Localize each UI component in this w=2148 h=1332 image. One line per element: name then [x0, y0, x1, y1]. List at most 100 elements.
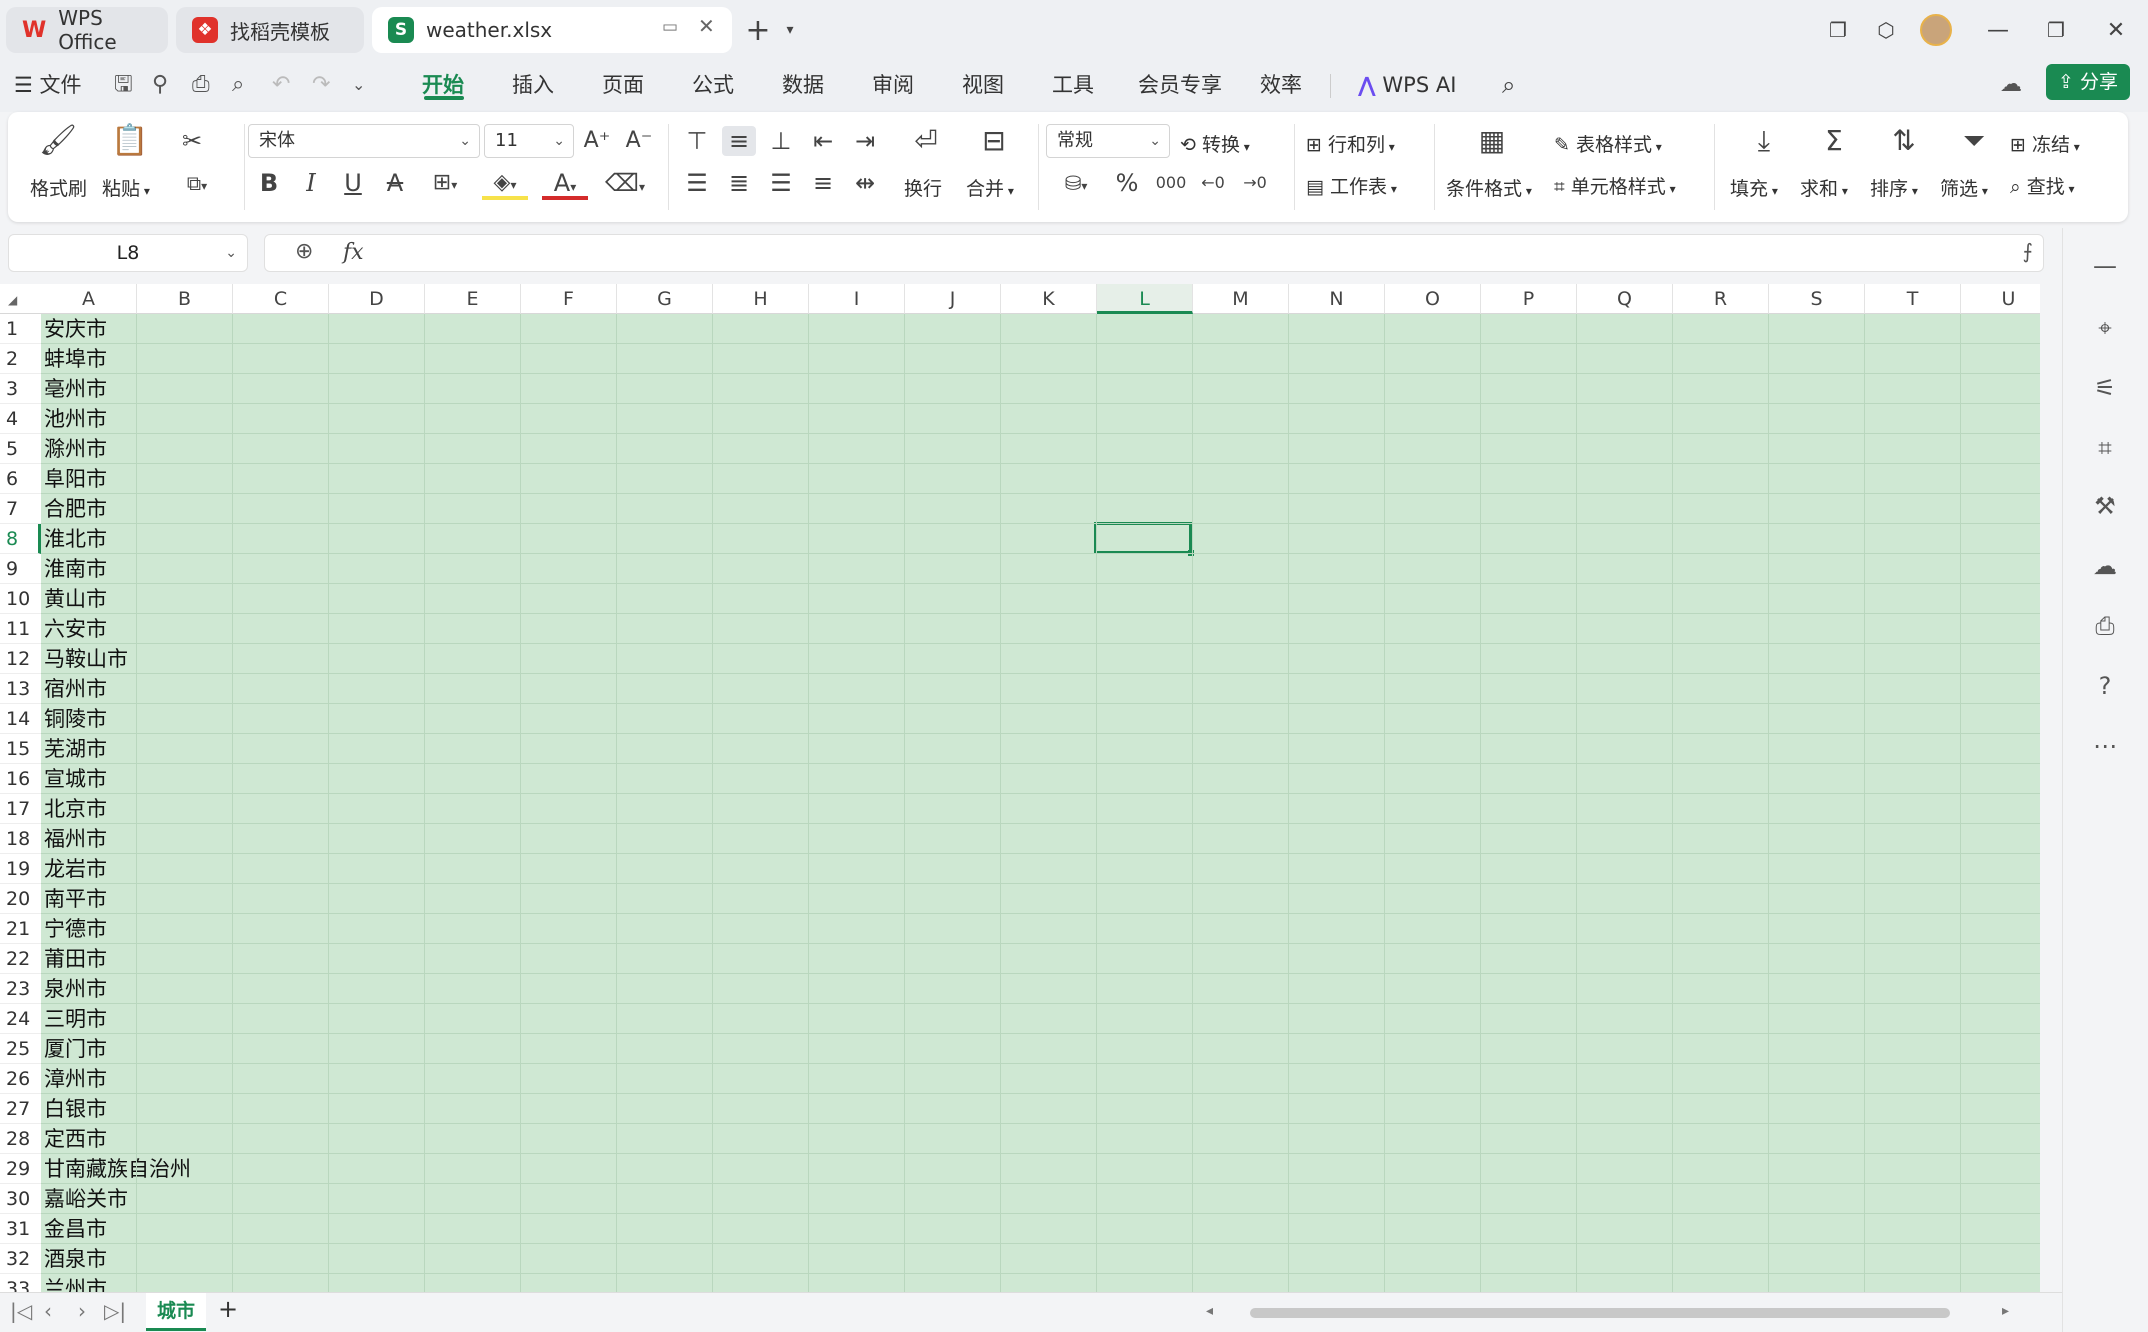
column-header[interactable]: H	[713, 284, 809, 314]
copy-icon[interactable]: ⧉▾	[172, 168, 222, 201]
row-header[interactable]: 25	[0, 1034, 41, 1064]
sheet-tab-cities[interactable]: 城市	[146, 1293, 206, 1331]
convert-button[interactable]: ⟲ 转换 ▾	[1180, 130, 1250, 157]
align-center-icon[interactable]: ≣	[722, 168, 756, 198]
tab-docer-templates[interactable]: ❖ 找稻壳模板	[176, 7, 364, 53]
restore-icon[interactable]: ❐	[2036, 12, 2076, 48]
align-bottom-icon[interactable]: ⊥	[764, 126, 798, 156]
cell-A33[interactable]: 兰州市	[44, 1275, 107, 1292]
wrap-text-label[interactable]: 换行	[904, 174, 942, 201]
align-top-icon[interactable]: ⊤	[680, 126, 714, 156]
underline-icon[interactable]: U	[338, 168, 368, 198]
row-header[interactable]: 7	[0, 494, 41, 524]
row-col-button[interactable]: ⊞ 行和列 ▾	[1306, 130, 1395, 157]
column-header[interactable]: J	[905, 284, 1001, 314]
print-preview-icon[interactable]: ⌕	[232, 70, 244, 100]
row-header[interactable]: 16	[0, 764, 41, 794]
menu-item-review[interactable]: 审阅	[872, 70, 914, 100]
row-header[interactable]: 21	[0, 914, 41, 944]
redo-icon[interactable]: ↷	[312, 70, 330, 100]
find-button[interactable]: ⌕ 查找 ▾	[2010, 172, 2075, 199]
tools-icon[interactable]: ⚒	[2085, 486, 2125, 526]
cell-A27[interactable]: 白银市	[44, 1095, 107, 1123]
column-header[interactable]: C	[233, 284, 329, 314]
cell-A7[interactable]: 合肥市	[44, 495, 107, 523]
cell-A18[interactable]: 福州市	[44, 825, 107, 853]
print-icon[interactable]: ⎙	[192, 70, 210, 100]
cell-A20[interactable]: 南平市	[44, 885, 107, 913]
window-close-icon[interactable]: ✕	[2096, 12, 2136, 48]
filter-button[interactable]: 筛选 ▾	[1940, 174, 1988, 201]
cell-A26[interactable]: 漳州市	[44, 1065, 107, 1093]
row-header[interactable]: 18	[0, 824, 41, 854]
row-header[interactable]: 24	[0, 1004, 41, 1034]
row-header[interactable]: 5	[0, 434, 41, 464]
font-size-select[interactable]: 11 ⌄	[484, 124, 574, 158]
cell-A17[interactable]: 北京市	[44, 795, 107, 823]
align-left-icon[interactable]: ☰	[680, 168, 714, 198]
avatar[interactable]	[1916, 12, 1956, 48]
paste-button[interactable]: 粘贴 ▾	[102, 174, 150, 201]
increase-indent-icon[interactable]: ⇥	[848, 126, 882, 156]
row-header[interactable]: 3	[0, 374, 41, 404]
row-header[interactable]: 32	[0, 1244, 41, 1274]
worksheet-button[interactable]: ▤ 工作表 ▾	[1306, 172, 1397, 199]
cell-A11[interactable]: 六安市	[44, 615, 107, 643]
sum-icon[interactable]: Σ	[1814, 126, 1854, 156]
sort-button[interactable]: 排序 ▾	[1870, 174, 1918, 201]
strikethrough-icon[interactable]: A	[380, 168, 410, 198]
cell-A13[interactable]: 宿州市	[44, 675, 107, 703]
column-header[interactable]: T	[1865, 284, 1961, 314]
cell-A23[interactable]: 泉州市	[44, 975, 107, 1003]
pointer-icon[interactable]: ⌖	[2085, 308, 2125, 348]
column-header[interactable]: M	[1193, 284, 1289, 314]
row-header[interactable]: 17	[0, 794, 41, 824]
column-header[interactable]: I	[809, 284, 905, 314]
expand-formula-icon[interactable]: ⨍	[2023, 239, 2033, 263]
file-menu[interactable]: ☰ 文件	[14, 70, 82, 100]
cell-A21[interactable]: 宁德市	[44, 915, 107, 943]
column-header[interactable]: F	[521, 284, 617, 314]
decrease-decimal-icon[interactable]: →0	[1238, 168, 1272, 198]
column-header[interactable]: N	[1289, 284, 1385, 314]
paste-icon[interactable]: 📋	[110, 126, 150, 156]
active-cell-L8[interactable]	[1094, 522, 1192, 554]
table-style-button[interactable]: ✎ 表格样式 ▾	[1554, 130, 1662, 157]
scroll-left-icon[interactable]: ◂	[1206, 1303, 1213, 1319]
column-header[interactable]: U	[1961, 284, 2040, 314]
cell-A28[interactable]: 定西市	[44, 1125, 107, 1153]
conditional-format-button[interactable]: 条件格式 ▾	[1446, 174, 1532, 201]
cell-A16[interactable]: 宣城市	[44, 765, 107, 793]
cell-A22[interactable]: 莆田市	[44, 945, 107, 973]
number-format-select[interactable]: 常规 ⌄	[1046, 124, 1170, 158]
filter-icon[interactable]: ⏷	[1954, 126, 1994, 156]
cell-A8[interactable]: 淮北市	[44, 525, 107, 553]
thousands-icon[interactable]: 000	[1154, 168, 1188, 198]
function-icon[interactable]: fx	[343, 240, 364, 265]
wrap-text-icon[interactable]: ⏎	[906, 126, 946, 156]
cell-A9[interactable]: 淮南市	[44, 555, 107, 583]
bold-icon[interactable]: B	[254, 168, 284, 198]
row-header[interactable]: 22	[0, 944, 41, 974]
first-sheet-icon[interactable]: |◁	[10, 1299, 32, 1323]
more-icon[interactable]: ⋯	[2085, 726, 2125, 766]
row-header[interactable]: 28	[0, 1124, 41, 1154]
cell-A25[interactable]: 厦门市	[44, 1035, 107, 1063]
increase-font-icon[interactable]: A⁺	[580, 126, 614, 156]
undo-icon[interactable]: ↶	[272, 70, 290, 100]
row-header[interactable]: 29	[0, 1154, 41, 1184]
menu-item-member[interactable]: 会员专享	[1138, 70, 1222, 100]
formula-input[interactable]: ⊕ fx ⨍	[264, 234, 2044, 272]
close-icon[interactable]: ✕	[698, 14, 715, 38]
sliders-icon[interactable]: ⚟	[2085, 368, 2125, 408]
cell-A3[interactable]: 亳州市	[44, 375, 107, 403]
cell-A29[interactable]: 甘南藏族自治州	[44, 1155, 191, 1183]
cell-A12[interactable]: 马鞍山市	[44, 645, 128, 673]
row-header[interactable]: 14	[0, 704, 41, 734]
row-header[interactable]: 9	[0, 554, 41, 584]
row-header[interactable]: 19	[0, 854, 41, 884]
row-header[interactable]: 31	[0, 1214, 41, 1244]
font-color-icon[interactable]: A▾	[542, 168, 588, 200]
column-header[interactable]: R	[1673, 284, 1769, 314]
add-sheet-icon[interactable]: +	[218, 1295, 238, 1323]
